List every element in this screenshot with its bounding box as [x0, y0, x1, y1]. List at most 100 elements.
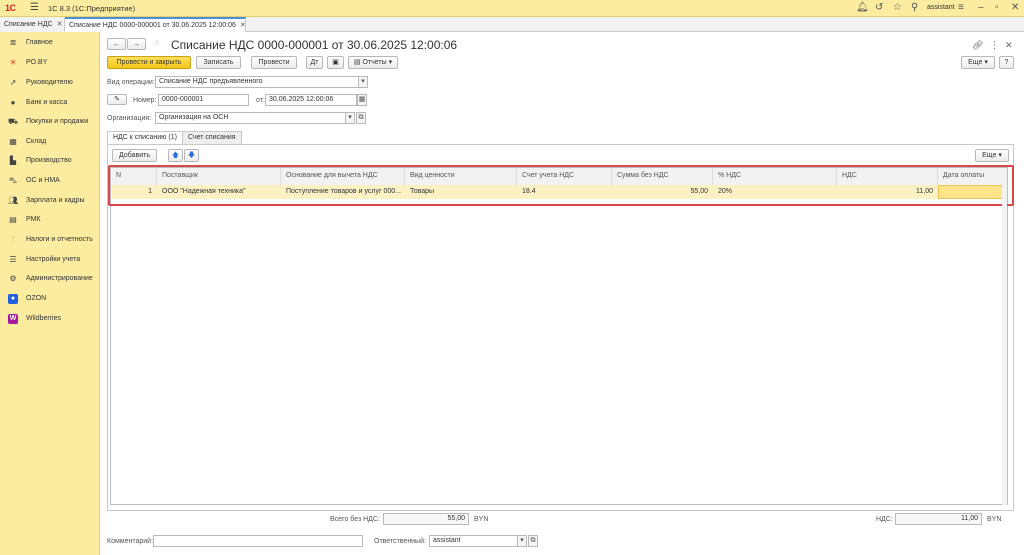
- post-button[interactable]: Провести: [251, 56, 297, 69]
- organization-label: Организация:: [107, 115, 152, 122]
- accounting-entries-icon[interactable]: Дт: [306, 56, 323, 69]
- number-edit-icon[interactable]: ✎: [107, 94, 127, 105]
- sidebar-item-bank[interactable]: ● Банк и касса: [0, 94, 100, 113]
- cashier-icon: ▤: [9, 215, 17, 224]
- close-icon[interactable]: ✕: [1011, 2, 1019, 13]
- sidebar-item-poby[interactable]: ✳ PO.BY: [0, 54, 100, 73]
- move-up-button[interactable]: 🡅: [168, 149, 183, 162]
- sections-panel: ≣ Главное ✳ PO.BY ↗ Руководителю ● Банк и ка…: [0, 32, 100, 555]
- number-label: Номер:: [133, 97, 157, 104]
- user-name[interactable]: assistant: [927, 4, 955, 11]
- close-tab-icon[interactable]: ✕: [240, 22, 246, 29]
- dropdown-icon[interactable]: ▾: [517, 535, 527, 547]
- sidebar-item-fixed-assets[interactable]: ⛍ ОС и НМА: [0, 172, 100, 191]
- reports-label: Отчеты: [362, 59, 387, 66]
- related-documents-icon[interactable]: ▣: [327, 56, 344, 69]
- vat-table: [110, 167, 1008, 505]
- help-button[interactable]: ?: [999, 56, 1014, 69]
- menu-icon: ≣: [9, 38, 17, 47]
- total-vat-value: 11,00: [895, 513, 982, 525]
- sidebar-item-production[interactable]: ▙ Производство: [0, 152, 100, 171]
- poby-icon: ✳: [9, 58, 17, 67]
- sidebar-item-accounting-settings[interactable]: ☰ Настройки учета: [0, 251, 100, 270]
- total-without-vat-label: Всего без НДС:: [330, 516, 380, 523]
- gear-icon: ⚙: [9, 274, 17, 283]
- dropdown-icon[interactable]: ▾: [345, 112, 355, 124]
- comment-field[interactable]: [153, 535, 363, 547]
- settings-list-icon: ☰: [9, 255, 17, 264]
- add-row-button[interactable]: Добавить: [112, 149, 157, 162]
- form-close-icon[interactable]: ✕: [1005, 40, 1013, 51]
- save-button[interactable]: Записать: [196, 56, 241, 69]
- minimize-icon[interactable]: –: [978, 2, 984, 13]
- star-icon[interactable]: ☆: [893, 2, 902, 13]
- ozon-icon: ●: [8, 294, 18, 304]
- wildberries-icon: W: [8, 314, 18, 324]
- trend-icon: ↗: [9, 78, 17, 87]
- window-tab-vat-writeoff-doc[interactable]: Списание НДС 0000-000001 от 30.06.2025 1…: [65, 17, 246, 32]
- dropdown-icon[interactable]: ▾: [358, 76, 368, 88]
- reports-button[interactable]: ▤ Отчеты ▾: [348, 56, 398, 69]
- date-label: от:: [256, 97, 265, 104]
- more-vertical-icon[interactable]: ⋮: [990, 40, 999, 51]
- title-bar: [0, 0, 1024, 17]
- sidebar-item-salary[interactable]: 👥︎ Зарплата и кадры: [0, 192, 100, 211]
- tab-vat-writeoff[interactable]: НДС к списанию (1): [107, 131, 183, 145]
- date-field[interactable]: 30.06.2025 12:00:06: [265, 94, 357, 106]
- app-title: 1С 8.3 (1С:Предприятие): [48, 4, 136, 13]
- vat-currency: BYN: [987, 516, 1002, 523]
- responsible-label: Ответственный:: [374, 538, 426, 545]
- operation-type-field[interactable]: Списание НДС предъявленного: [155, 76, 359, 88]
- window-tab-label: Списание НДС 0000-000001 от 30.06.2025 1…: [69, 22, 236, 29]
- main-menu-icon[interactable]: ☰: [30, 2, 39, 13]
- table-more-label: Еще: [982, 152, 997, 159]
- sidebar-item-administration[interactable]: ⚙ Администрирование: [0, 270, 100, 289]
- forward-button[interactable]: →: [127, 38, 146, 50]
- number-field[interactable]: 0000-000001: [158, 94, 249, 106]
- cart-icon: ⛟: [8, 117, 19, 126]
- comment-label: Комментарий:: [107, 538, 154, 545]
- table-scrollbar[interactable]: [1002, 185, 1007, 505]
- post-and-close-button[interactable]: Провести и закрыть: [107, 56, 191, 69]
- sidebar-item-warehouse[interactable]: ▦ Склад: [0, 133, 100, 152]
- open-icon[interactable]: ⧉: [528, 535, 538, 547]
- factory-icon: ▙: [9, 156, 17, 165]
- truck-icon: ⛍: [8, 176, 18, 185]
- calendar-icon[interactable]: ▦: [357, 94, 367, 106]
- sidebar-item-manager[interactable]: ↗ Руководителю: [0, 74, 100, 93]
- bank-icon: ●: [10, 98, 16, 107]
- page-title: Списание НДС 0000-000001 от 30.06.2025 1…: [171, 38, 458, 52]
- sidebar-item-rmk[interactable]: ▤ РМК: [0, 211, 100, 230]
- people-icon: 👥︎: [8, 196, 19, 205]
- favorite-star-icon[interactable]: ☆: [150, 38, 164, 50]
- back-button[interactable]: ←: [107, 38, 126, 50]
- sidebar-item-ozon[interactable]: ● OZON: [0, 290, 100, 309]
- close-tab-icon[interactable]: ✕: [57, 21, 63, 28]
- more-button[interactable]: Еще ▾: [961, 56, 995, 69]
- history-icon[interactable]: ↺: [875, 2, 883, 13]
- open-icon[interactable]: ⧉: [356, 112, 366, 124]
- total-without-vat-value: 55,00: [383, 513, 469, 525]
- window-tab-label: Списание НДС: [4, 21, 53, 28]
- restore-icon[interactable]: ▫: [995, 2, 999, 13]
- link-icon[interactable]: 🔗︎: [972, 40, 983, 51]
- selection-highlight: [108, 165, 1014, 206]
- responsible-field[interactable]: assistant: [429, 535, 518, 547]
- settings-menu-icon[interactable]: ≡: [958, 2, 964, 13]
- tab-writeoff-account[interactable]: Счет списания: [182, 131, 242, 144]
- search-icon[interactable]: ⚲: [911, 2, 918, 13]
- sidebar-item-taxes[interactable]: ⫶ Налоги и отчетность: [0, 231, 100, 250]
- total-currency: BYN: [474, 516, 489, 523]
- bell-icon[interactable]: 🔔︎: [856, 2, 869, 13]
- operation-type-label: Вид операции:: [107, 79, 155, 86]
- sidebar-item-main[interactable]: ≣ Главное: [0, 34, 100, 53]
- app-logo: 1С: [5, 3, 16, 13]
- organization-field[interactable]: Организация на ОСН: [155, 112, 346, 124]
- warehouse-icon: ▦: [9, 137, 17, 146]
- move-down-button[interactable]: 🡇: [184, 149, 199, 162]
- total-vat-label: НДС:: [876, 516, 893, 523]
- sidebar-item-wildberries[interactable]: W Wildberries: [0, 310, 100, 329]
- window-tab-vat-writeoff-list[interactable]: Списание НДС ✕: [0, 17, 65, 32]
- table-more-button[interactable]: Еще ▾: [975, 149, 1009, 162]
- sidebar-item-purchases[interactable]: ⛟ Покупки и продажи: [0, 113, 100, 132]
